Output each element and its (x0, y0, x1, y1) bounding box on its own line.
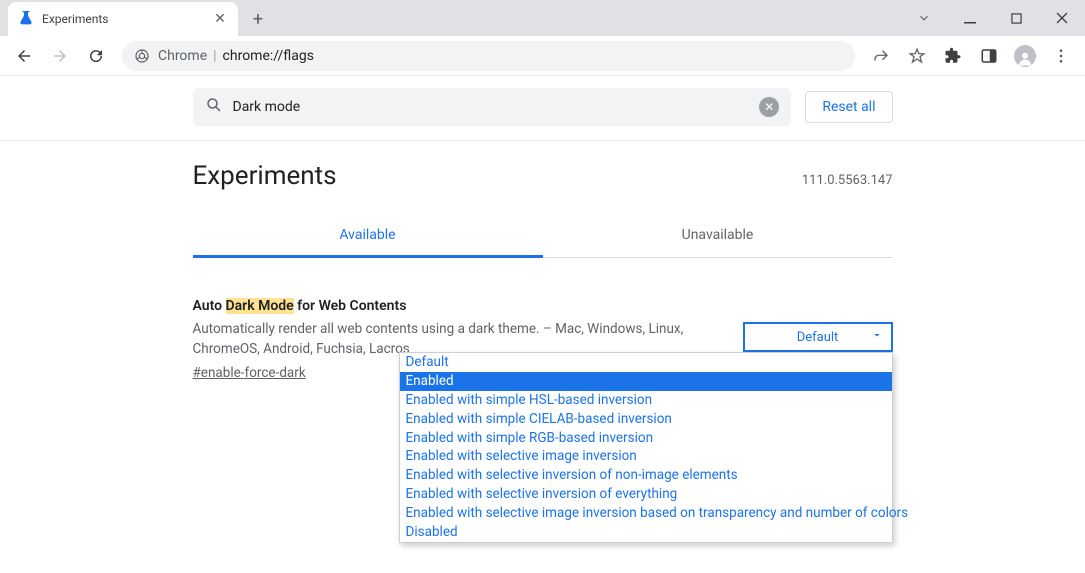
reload-button[interactable] (80, 40, 112, 72)
dropdown-option[interactable]: Enabled with selective image inversion b… (400, 504, 892, 523)
flask-icon (18, 11, 34, 27)
page-heading: Experiments (193, 161, 337, 191)
forward-button (44, 40, 76, 72)
dropdown-option[interactable]: Enabled with selective image inversion (400, 447, 892, 466)
tab-available[interactable]: Available (193, 215, 543, 258)
flag-select-value: Default (797, 330, 839, 345)
dropdown-option[interactable]: Default (400, 353, 892, 372)
close-tab-icon[interactable]: ✕ (212, 11, 228, 27)
dropdown-option[interactable]: Disabled (400, 523, 892, 542)
omnibox-proto: Chrome (158, 48, 207, 64)
dropdown-option[interactable]: Enabled (400, 372, 892, 391)
dropdown-option[interactable]: Enabled with simple RGB-based inversion (400, 429, 892, 448)
reset-all-button[interactable]: Reset all (805, 91, 892, 123)
tab-unavailable[interactable]: Unavailable (543, 215, 893, 257)
tabs: Available Unavailable (193, 215, 893, 258)
divider (0, 140, 1085, 141)
search-icon (205, 96, 223, 118)
search-box[interactable]: ✕ (193, 88, 792, 126)
flag-dropdown[interactable]: DefaultEnabledEnabled with simple HSL-ba… (399, 352, 893, 543)
flag-select[interactable]: Default (743, 322, 893, 352)
toolbar-icons (865, 40, 1077, 72)
titlebar: Experiments ✕ + (0, 0, 1085, 36)
chevron-down-icon (871, 329, 883, 345)
window-controls (901, 0, 1085, 36)
star-icon[interactable] (901, 40, 933, 72)
minimize-button[interactable] (947, 3, 993, 33)
dropdown-option[interactable]: Enabled with selective inversion of ever… (400, 485, 892, 504)
chevron-down-icon[interactable] (901, 3, 947, 33)
dropdown-option[interactable]: Enabled with selective inversion of non-… (400, 466, 892, 485)
page-content: ✕ Reset all Experiments 111.0.5563.147 A… (0, 76, 1085, 573)
omnibox[interactable]: Chrome | chrome://flags (122, 41, 855, 71)
clear-search-icon[interactable]: ✕ (759, 97, 779, 117)
dropdown-option[interactable]: Enabled with simple HSL-based inversion (400, 391, 892, 410)
share-icon[interactable] (865, 40, 897, 72)
extensions-icon[interactable] (937, 40, 969, 72)
flag-title: Auto Dark Mode for Web Contents (193, 298, 723, 314)
flag-row: Auto Dark Mode for Web Contents Automati… (193, 298, 893, 381)
tab-title: Experiments (42, 12, 212, 26)
sidepanel-icon[interactable] (973, 40, 1005, 72)
maximize-button[interactable] (993, 3, 1039, 33)
omnibox-separator: | (213, 48, 216, 64)
back-button[interactable] (8, 40, 40, 72)
browser-tab[interactable]: Experiments ✕ (8, 2, 238, 36)
close-window-button[interactable] (1039, 3, 1085, 33)
toolbar: Chrome | chrome://flags (0, 36, 1085, 76)
chrome-icon (134, 48, 150, 64)
dropdown-option[interactable]: Enabled with simple CIELAB-based inversi… (400, 410, 892, 429)
new-tab-button[interactable]: + (244, 5, 272, 33)
profile-avatar[interactable] (1009, 40, 1041, 72)
kebab-menu-icon[interactable] (1045, 40, 1077, 72)
version-label: 111.0.5563.147 (802, 173, 893, 188)
omnibox-url: chrome://flags (223, 48, 314, 64)
search-input[interactable] (233, 99, 760, 115)
